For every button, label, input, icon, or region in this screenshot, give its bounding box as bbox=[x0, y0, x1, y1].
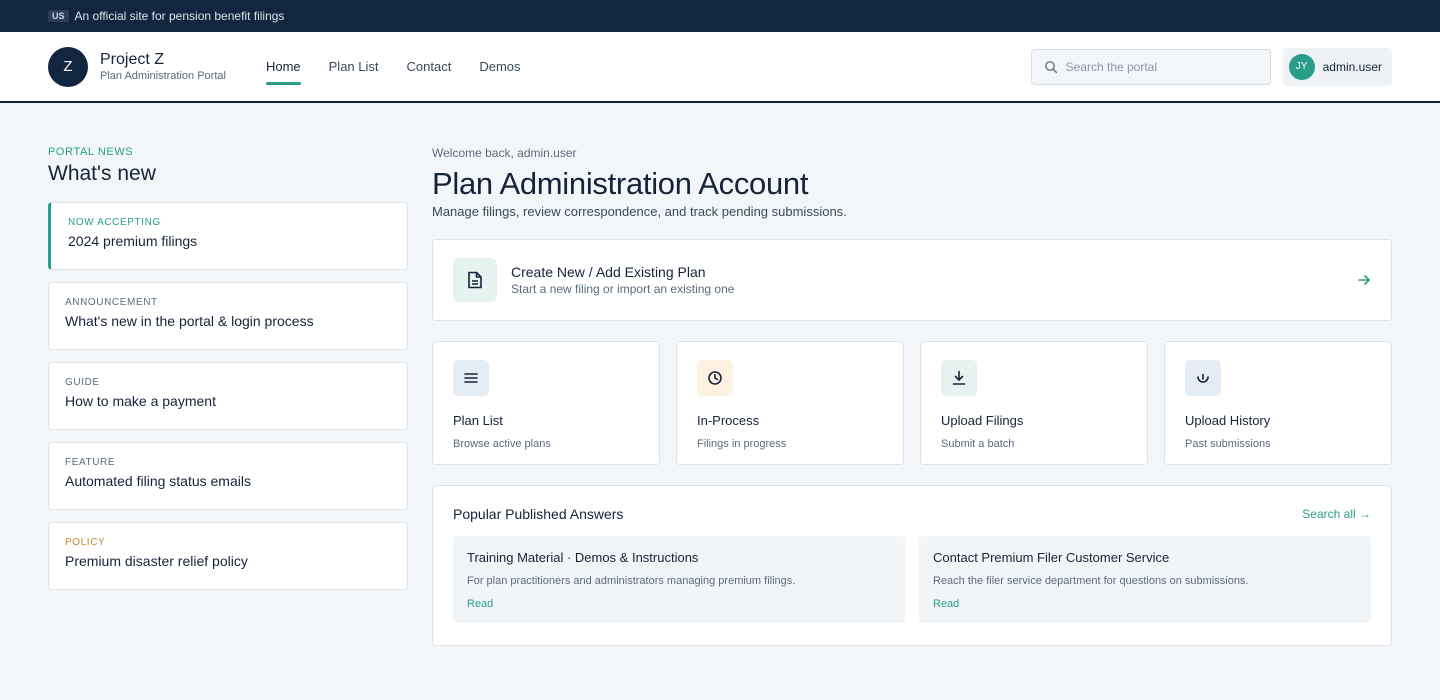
news-item-guide[interactable]: GUIDE How to make a payment bbox=[48, 362, 408, 430]
popular-answers-panel: Popular Published Answers Search all → T… bbox=[432, 485, 1392, 646]
us-flag-badge: US bbox=[48, 10, 69, 22]
tile-subtitle: Filings in progress bbox=[697, 438, 787, 450]
tile-subtitle: Browse active plans bbox=[453, 438, 551, 450]
create-plan-title: Create New / Add Existing Plan bbox=[511, 264, 706, 280]
news-sidebar: PORTAL NEWS What's new NOW ACCEPTING 202… bbox=[48, 143, 408, 646]
news-item-announcement[interactable]: ANNOUNCEMENT What's new in the portal & … bbox=[48, 282, 408, 350]
tile-title: Upload Filings bbox=[941, 413, 1024, 428]
tile-in-process[interactable]: In-Process Filings in progress bbox=[676, 341, 904, 465]
logo[interactable]: Z bbox=[48, 46, 88, 87]
news-tag: FEATURE bbox=[65, 457, 116, 468]
read-link[interactable]: Read bbox=[933, 598, 959, 610]
news-text: What's new in the portal & login process bbox=[65, 313, 314, 329]
main-nav: Home Plan List Contact Demos bbox=[265, 32, 549, 101]
site-header: Z Project Z Plan Administration Portal H… bbox=[0, 32, 1440, 103]
search-all-link[interactable]: Search all → bbox=[1302, 507, 1371, 521]
tile-subtitle: Past submissions bbox=[1185, 438, 1271, 450]
arrow-right-icon bbox=[1357, 273, 1371, 287]
answers-title: Popular Published Answers bbox=[453, 506, 624, 522]
gov-banner-text: An official site for pension benefit fil… bbox=[74, 9, 285, 23]
brand-name: Project Z bbox=[100, 51, 165, 68]
news-tag: NOW ACCEPTING bbox=[68, 217, 161, 228]
user-name: admin.user bbox=[1322, 59, 1382, 74]
answer-description: Reach the filer service department for q… bbox=[933, 575, 1249, 587]
gov-banner: US An official site for pension benefit … bbox=[0, 0, 1440, 32]
list-icon bbox=[453, 360, 489, 396]
page-title: Plan Administration Account bbox=[432, 166, 809, 201]
nav-demos[interactable]: Demos bbox=[479, 49, 520, 85]
header-right: JY admin.user bbox=[1030, 47, 1392, 86]
news-tag: ANNOUNCEMENT bbox=[65, 297, 158, 308]
answer-training-material[interactable]: Training Material · Demos & Instructions… bbox=[453, 536, 905, 623]
news-item-policy[interactable]: POLICY Premium disaster relief policy bbox=[48, 522, 408, 590]
news-tag: POLICY bbox=[65, 537, 106, 548]
answer-title: Contact Premium Filer Customer Service bbox=[933, 550, 1170, 565]
history-icon bbox=[1185, 360, 1221, 396]
search-box[interactable] bbox=[1030, 48, 1271, 85]
tile-upload-filings[interactable]: Upload Filings Submit a batch bbox=[920, 341, 1148, 465]
tile-plan-list[interactable]: Plan List Browse active plans bbox=[432, 341, 660, 465]
answers-header: Popular Published Answers Search all → bbox=[453, 506, 1371, 522]
create-plan-subtitle: Start a new filing or import an existing… bbox=[511, 282, 735, 296]
clock-icon bbox=[697, 360, 733, 396]
tile-title: Upload History bbox=[1185, 413, 1271, 428]
page-description: Manage filings, review correspondence, a… bbox=[432, 204, 847, 219]
tile-title: In-Process bbox=[697, 413, 760, 428]
search-input[interactable] bbox=[1065, 59, 1258, 74]
nav-plan-list[interactable]: Plan List bbox=[329, 49, 379, 85]
tile-title: Plan List bbox=[453, 413, 503, 428]
download-icon bbox=[941, 360, 977, 396]
brand-subtitle: Plan Administration Portal bbox=[100, 70, 226, 82]
tile-upload-history[interactable]: Upload History Past submissions bbox=[1164, 341, 1392, 465]
news-text: Automated filing status emails bbox=[65, 473, 251, 489]
tile-subtitle: Submit a batch bbox=[941, 438, 1015, 450]
answer-contact-service[interactable]: Contact Premium Filer Customer Service R… bbox=[919, 536, 1371, 623]
news-tag: GUIDE bbox=[65, 377, 100, 388]
main: PORTAL NEWS What's new NOW ACCEPTING 202… bbox=[0, 103, 1440, 646]
nav-contact[interactable]: Contact bbox=[407, 49, 452, 85]
brand[interactable]: Project Z Plan Administration Portal bbox=[100, 50, 226, 83]
quick-action-tiles: Plan List Browse active plans In-Process… bbox=[432, 341, 1392, 465]
account-content: Welcome back, admin.user Plan Administra… bbox=[432, 143, 1392, 646]
answer-description: For plan practitioners and administrator… bbox=[467, 575, 796, 587]
answer-title: Training Material · Demos & Instructions bbox=[467, 550, 699, 565]
sidebar-title: What's new bbox=[48, 162, 156, 185]
news-text: How to make a payment bbox=[65, 393, 216, 409]
user-menu[interactable]: JY admin.user bbox=[1282, 47, 1392, 86]
sidebar-eyebrow: PORTAL NEWS bbox=[48, 146, 134, 158]
create-plan-text: Create New / Add Existing Plan Start a n… bbox=[511, 264, 734, 296]
read-link[interactable]: Read bbox=[467, 598, 493, 610]
search-icon bbox=[1044, 60, 1058, 74]
news-item-feature[interactable]: FEATURE Automated filing status emails bbox=[48, 442, 408, 510]
answers-grid: Training Material · Demos & Instructions… bbox=[453, 536, 1371, 623]
nav-home[interactable]: Home bbox=[265, 49, 301, 85]
news-item-premium-filings[interactable]: NOW ACCEPTING 2024 premium filings bbox=[48, 202, 408, 270]
news-text: 2024 premium filings bbox=[68, 233, 198, 249]
news-text: Premium disaster relief policy bbox=[65, 553, 248, 569]
avatar: JY bbox=[1288, 53, 1315, 80]
create-plan-card[interactable]: Create New / Add Existing Plan Start a n… bbox=[432, 239, 1392, 321]
welcome-text: Welcome back, admin.user bbox=[432, 146, 577, 160]
document-icon bbox=[453, 258, 497, 302]
